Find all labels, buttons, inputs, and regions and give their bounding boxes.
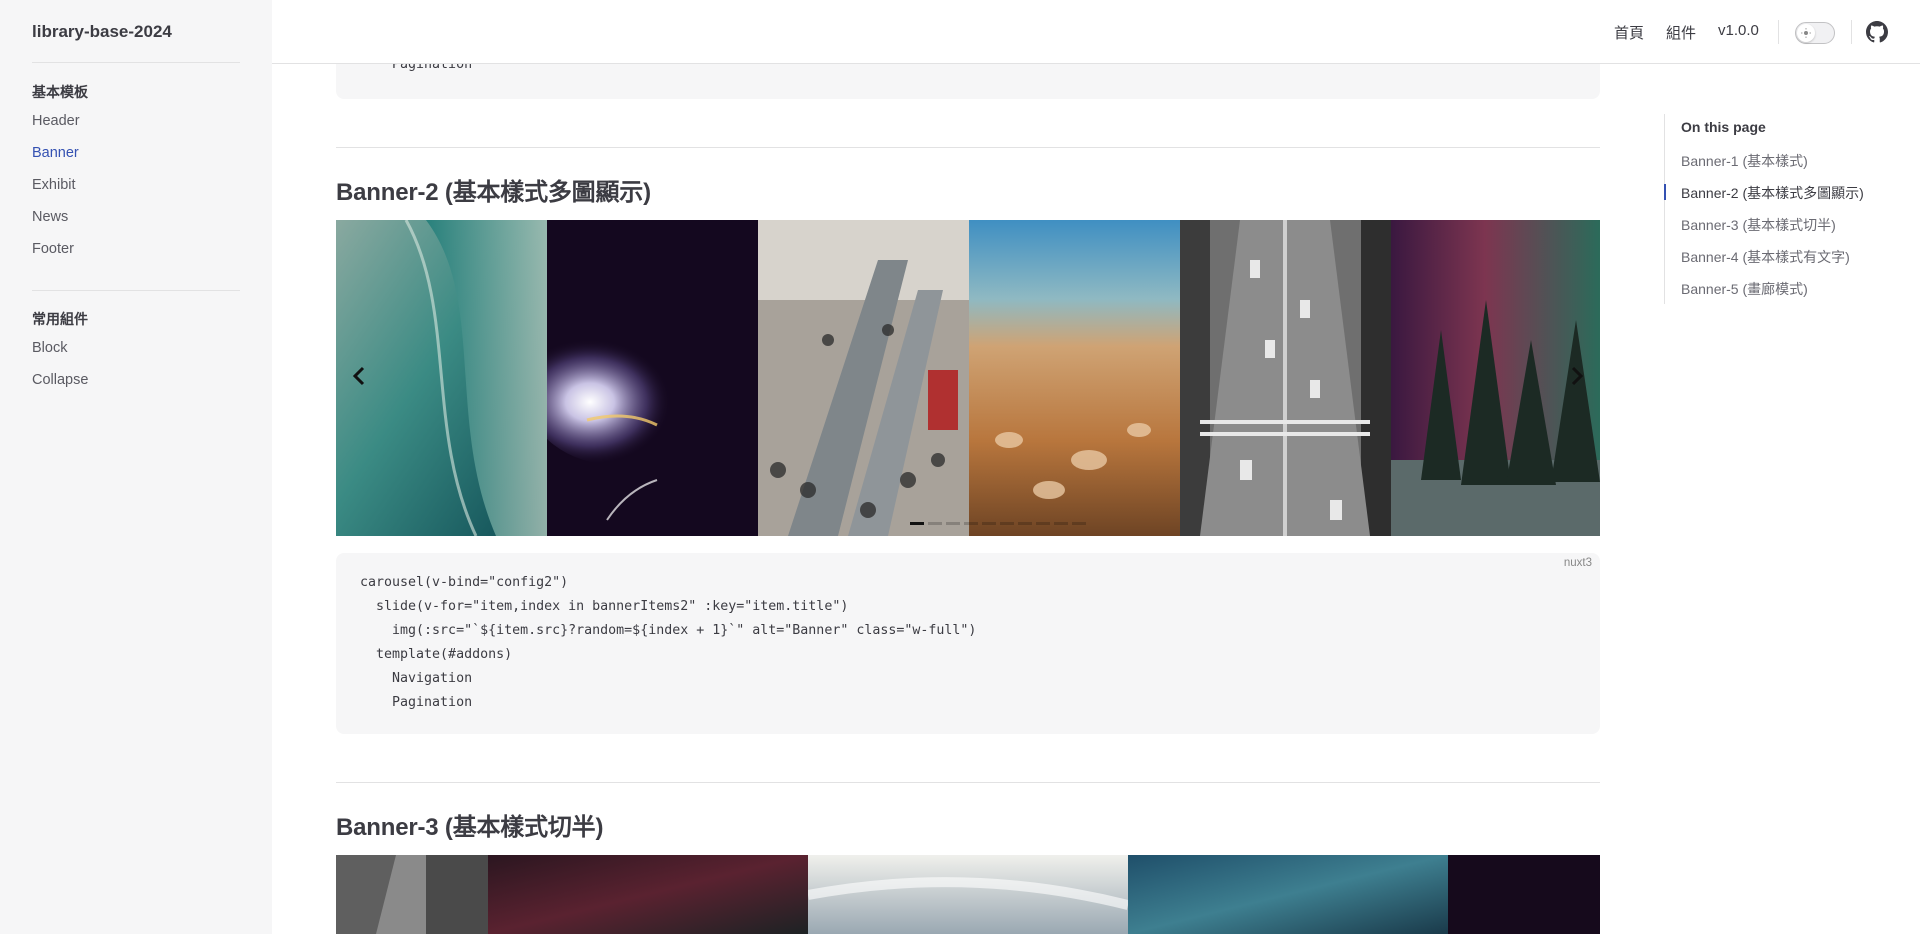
banner-3-slide — [1448, 855, 1600, 934]
sidebar-divider — [32, 62, 240, 63]
sidebar-divider — [32, 290, 240, 291]
code-language-label: nuxt3 — [1563, 557, 1592, 569]
carousel-next-button[interactable] — [1562, 360, 1592, 396]
carousel-pagination-dot[interactable] — [1000, 522, 1014, 525]
banner-3-slide — [1128, 855, 1448, 934]
toc-active-marker — [1664, 184, 1666, 200]
code-line: Navigation — [360, 671, 473, 686]
site-title[interactable]: library-base-2024 — [32, 22, 172, 42]
carousel-prev-button[interactable] — [344, 360, 374, 396]
sidebar-item-banner[interactable]: Banner — [32, 145, 79, 161]
sidebar: library-base-2024 基本模板 Header Banner Exh… — [0, 0, 272, 934]
code-line: carousel(v-bind="config2") — [360, 575, 569, 590]
code-line: template(#addons) — [360, 647, 513, 662]
toc-item-banner-5[interactable]: Banner-5 (畫廊模式) — [1681, 279, 1808, 299]
banner-3-slide — [488, 855, 808, 934]
carousel-pagination-dot[interactable] — [982, 522, 996, 525]
nav-components-link[interactable]: 組件 — [1666, 22, 1696, 43]
banner-3-slide — [807, 855, 1130, 934]
sidebar-group-title-components: 常用組件 — [32, 311, 88, 327]
carousel-pagination-dot[interactable] — [1054, 522, 1068, 525]
nav-separator — [1851, 20, 1852, 44]
github-icon[interactable] — [1866, 21, 1888, 43]
carousel-slide-smoke — [547, 220, 758, 536]
toc-title: On this page — [1681, 119, 1766, 135]
toc-item-banner-1[interactable]: Banner-1 (基本樣式) — [1681, 151, 1808, 171]
banner-3-slide — [336, 855, 488, 934]
section-divider — [336, 782, 1600, 783]
banner-carousel[interactable] — [336, 220, 1600, 536]
carousel-slide-city-street — [1180, 220, 1391, 536]
sidebar-group-title-templates: 基本模板 — [32, 84, 88, 100]
sun-icon — [1797, 24, 1815, 42]
code-line: img(:src="`${item.src}?random=${index + … — [360, 623, 977, 638]
sidebar-item-block[interactable]: Block — [32, 340, 67, 356]
chevron-left-icon — [352, 366, 366, 391]
carousel-pagination — [336, 522, 1600, 526]
toc-item-banner-2[interactable]: Banner-2 (基本樣式多圖顯示) — [1681, 183, 1864, 203]
nav-separator — [1778, 20, 1779, 44]
code-block-banner-2: nuxt3 carousel(v-bind="config2") slide(v… — [336, 553, 1600, 734]
carousel-pagination-dot[interactable] — [946, 522, 960, 525]
sidebar-item-collapse[interactable]: Collapse — [32, 372, 88, 388]
carousel-slide-beach — [969, 220, 1180, 536]
sidebar-item-footer[interactable]: Footer — [32, 241, 74, 257]
toc-item-banner-3[interactable]: Banner-3 (基本樣式切半) — [1681, 215, 1836, 235]
carousel-slide-escalator — [758, 220, 969, 536]
sidebar-item-exhibit[interactable]: Exhibit — [32, 177, 76, 193]
table-of-contents: On this page Banner-1 (基本樣式) Banner-2 (基… — [1664, 114, 1894, 304]
section-divider — [336, 147, 1600, 148]
nav-home-link[interactable]: 首頁 — [1614, 22, 1644, 43]
toc-item-banner-4[interactable]: Banner-4 (基本樣式有文字) — [1681, 247, 1850, 267]
carousel-pagination-dot[interactable] — [1036, 522, 1050, 525]
sidebar-item-header[interactable]: Header — [32, 113, 80, 129]
section-title-banner-3: Banner-3 (基本樣式切半) — [336, 814, 604, 841]
banner-3-carousel[interactable] — [336, 855, 1600, 934]
carousel-pagination-dot[interactable] — [928, 522, 942, 525]
nav-version-link[interactable]: v1.0.0 — [1718, 22, 1759, 39]
carousel-pagination-dot[interactable] — [1072, 522, 1086, 525]
carousel-pagination-dot[interactable] — [964, 522, 978, 525]
section-title-banner-2: Banner-2 (基本樣式多圖顯示) — [336, 179, 651, 206]
code-line: Pagination — [360, 695, 473, 710]
carousel-pagination-dot[interactable] — [1018, 522, 1032, 525]
theme-toggle[interactable] — [1795, 22, 1835, 44]
code-line: slide(v-for="item,index in bannerItems2"… — [360, 599, 849, 614]
sidebar-item-news[interactable]: News — [32, 209, 68, 225]
chevron-right-icon — [1570, 366, 1584, 391]
carousel-pagination-dot[interactable] — [910, 522, 924, 525]
